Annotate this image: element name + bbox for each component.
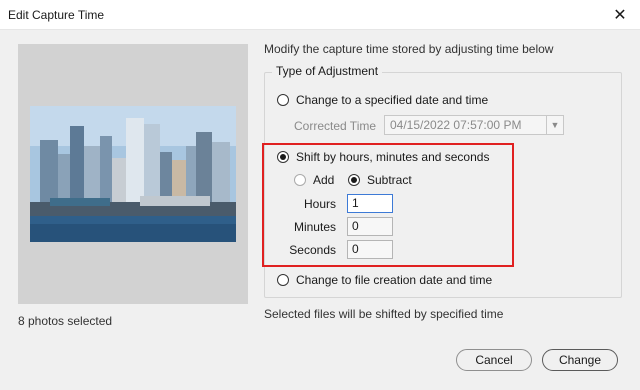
shift-note: Selected files will be shifted by specif… [264,307,504,321]
chevron-down-icon: ▼ [546,116,563,134]
change-button[interactable]: Change [542,349,618,371]
cancel-button[interactable]: Cancel [456,349,532,371]
corrected-time-label: Corrected Time [294,119,377,133]
photo-preview-panel [18,44,248,304]
option-specified-label: Change to a specified date and time [296,93,489,107]
radio-specified-date[interactable] [277,94,289,106]
adjustment-legend: Type of Adjustment [272,64,383,78]
option-specified-date[interactable]: Change to a specified date and time [277,93,488,107]
close-icon[interactable]: ✕ [600,0,640,30]
highlight-annotation [262,143,514,267]
photos-selected-count: 8 photos selected [18,314,113,328]
corrected-time-field: 04/15/2022 07:57:00 PM [384,115,564,135]
title-bar: Edit Capture Time ✕ [0,0,640,30]
window-title: Edit Capture Time [8,8,105,22]
instruction-text: Modify the capture time stored by adjust… [264,42,554,56]
option-file-creation[interactable]: Change to file creation date and time [277,273,492,287]
option-file-creation-label: Change to file creation date and time [296,273,493,287]
photo-thumbnail [30,106,236,242]
radio-file-creation[interactable] [277,274,289,286]
